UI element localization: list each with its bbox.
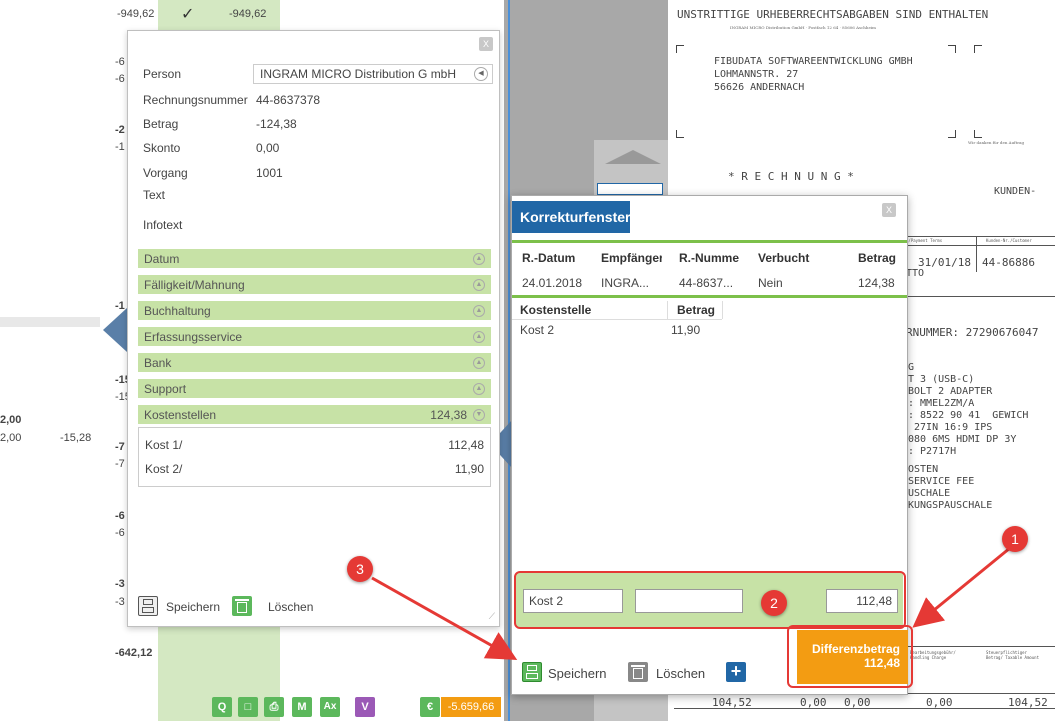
annotation-badge: 2 bbox=[761, 590, 787, 616]
verify-icon[interactable]: V bbox=[355, 697, 375, 717]
print-icon[interactable]: ⎙ bbox=[264, 697, 284, 717]
euro-icon[interactable]: € bbox=[420, 697, 440, 717]
mail-icon[interactable]: M bbox=[292, 697, 312, 717]
total-badge: -5.659,66 bbox=[441, 697, 501, 717]
annotation-arrows bbox=[371, 546, 1011, 660]
search-icon[interactable]: Q bbox=[212, 697, 232, 717]
clear-format-icon[interactable]: Ax bbox=[320, 697, 340, 717]
copy-icon[interactable]: □ bbox=[238, 697, 258, 717]
annotation-badge: 1 bbox=[1002, 526, 1028, 552]
annotation-badge: 3 bbox=[347, 556, 373, 582]
